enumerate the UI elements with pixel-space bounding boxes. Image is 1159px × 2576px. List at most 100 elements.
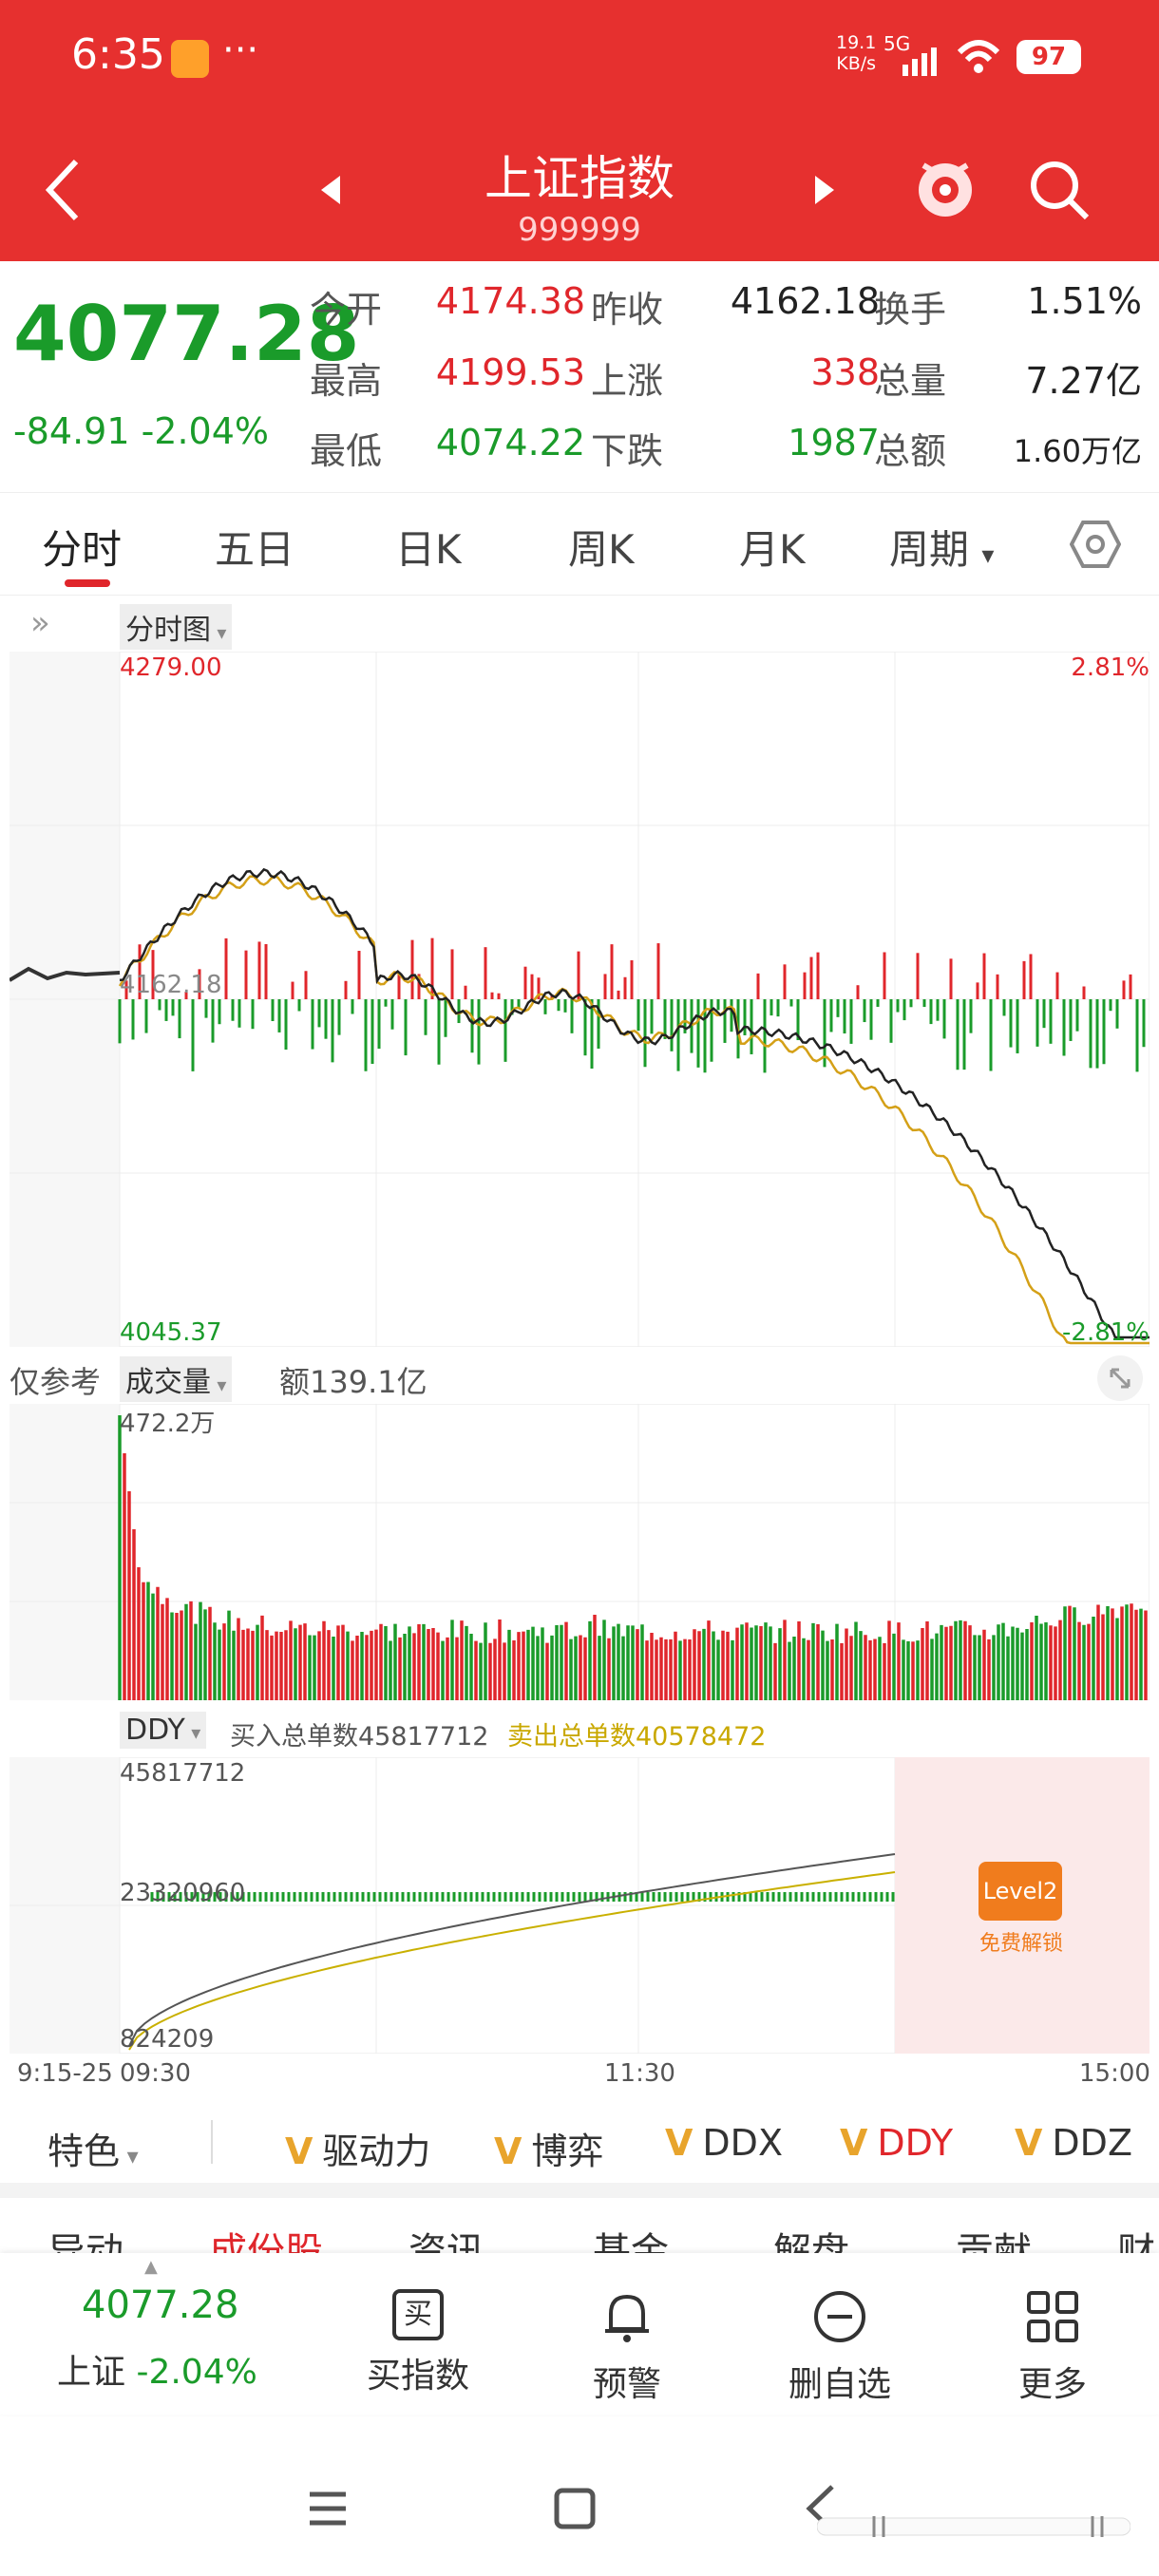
tab-anomaly[interactable]: 异动 [48, 2221, 124, 2253]
volume-chart-svg [9, 1403, 1150, 1701]
level2-unlock-label[interactable]: 免费解锁 [969, 1926, 1074, 1957]
value-low: 4074.22 [435, 422, 585, 464]
ddy-axis-top: 45817712 [120, 1759, 246, 1788]
time-pre: 9:15-25 [17, 2059, 113, 2088]
battery-indicator: 97 [1016, 40, 1081, 74]
nav-index-price[interactable]: 4077.28 [82, 2283, 238, 2327]
ddy-buy-count: 买入总单数45817712 [230, 1722, 489, 1752]
value-up-count: 338 [810, 351, 880, 393]
tab-weekly-k[interactable]: 周K [568, 518, 635, 576]
time-open: 09:30 [120, 2059, 191, 2088]
divider [0, 492, 1159, 493]
prev-close-label: 4162.18 [120, 971, 222, 999]
quote-row: 最低 4074.22 下跌 1987 总额 1.60万亿 [310, 422, 1146, 479]
net-speed: 19.1 KB/s [836, 32, 877, 74]
tab-period[interactable]: 周期 ▾ [889, 518, 994, 576]
indicator-ddx[interactable]: V DDX [665, 2122, 783, 2164]
volume-max: 472.2万 [120, 1410, 216, 1438]
tab-news[interactable]: 资讯 [408, 2221, 484, 2253]
tab-analysis[interactable]: 解盘 [773, 2221, 849, 2253]
settings-hex-icon[interactable] [1070, 519, 1121, 570]
value-prev-close: 4162.18 [730, 280, 880, 322]
system-menu-icon[interactable] [306, 2489, 350, 2529]
search-icon[interactable] [1026, 157, 1092, 223]
divider [211, 2120, 213, 2164]
price-change: -84.91 -2.04% [13, 410, 270, 452]
mascot-icon[interactable] [914, 152, 977, 222]
alert-button[interactable]: 预警 [560, 2289, 694, 2406]
ddy-axis-bottom: 824209 [120, 2025, 215, 2054]
indicator-ddz[interactable]: V DDZ [1015, 2122, 1132, 2164]
fullscreen-icon[interactable] [1096, 1354, 1144, 1402]
buy-icon: 买 [392, 2289, 444, 2340]
remove-watchlist-label: 删自选 [788, 2365, 891, 2404]
pct-axis-top: 2.81% [1071, 653, 1150, 682]
chart-type-dropdown[interactable]: 分时图 ▾ [120, 604, 233, 650]
value-down-count: 1987 [788, 422, 880, 464]
ddy-sell-count: 卖出总单数40578472 [507, 1722, 767, 1752]
value-open: 4174.38 [435, 280, 585, 322]
tab-daily-k[interactable]: 日K [395, 518, 462, 576]
tab-intraday[interactable]: 分时 [42, 518, 122, 576]
label-down-count: 下跌 [591, 430, 664, 472]
label-low: 最低 [310, 430, 383, 472]
tab-monthly-k[interactable]: 月K [739, 518, 806, 576]
label-amount: 总额 [874, 430, 947, 472]
buy-index-label: 买指数 [366, 2357, 469, 2396]
floating-handle-icon[interactable] [817, 2512, 1130, 2541]
remove-watchlist-button[interactable]: 删自选 [773, 2289, 906, 2406]
notification-app-icon [171, 40, 209, 78]
tab-funds[interactable]: 基金 [593, 2221, 669, 2253]
label-volume: 总量 [874, 360, 947, 402]
status-more-dots: ··· [222, 28, 259, 72]
more-button[interactable]: 更多 [986, 2289, 1119, 2406]
wifi-icon [957, 40, 1000, 73]
current-price: 4077.28 [13, 290, 360, 378]
price-axis-top: 4279.00 [120, 653, 222, 682]
tab-five-day[interactable]: 五日 [215, 518, 294, 576]
pre-market-area [10, 1404, 120, 1700]
indicator-ddy[interactable]: V DDY [840, 2122, 953, 2164]
section-gap [0, 2183, 1159, 2198]
tab-constituents[interactable]: 成份股 [209, 2221, 323, 2253]
time-mid: 11:30 [604, 2059, 675, 2088]
nav-index-info[interactable]: 上证 -2.04% [57, 2344, 257, 2394]
quote-row: 今开 4174.38 昨收 4162.18 换手 1.51% [310, 280, 1146, 337]
value-turnover: 1.51% [1027, 280, 1142, 322]
stock-code: 999999 [518, 211, 641, 249]
price-axis-bottom: 4045.37 [120, 1318, 222, 1347]
turnover-amount: 额139.1亿 [279, 1364, 428, 1400]
ddy-axis-mid: 23320960 [120, 1879, 246, 1907]
label-high: 最高 [310, 360, 383, 402]
ddy-dropdown[interactable]: DDY ▾ [120, 1712, 207, 1749]
buy-index-button[interactable]: 买 买指数 [352, 2289, 484, 2397]
value-volume: 7.27亿 [1025, 360, 1142, 402]
signal-icon [902, 47, 937, 76]
page-title: 上证指数 [484, 151, 674, 206]
minus-circle-icon [814, 2291, 865, 2342]
time-close: 15:00 [1079, 2059, 1150, 2088]
tab-finance[interactable]: 财 [1117, 2221, 1155, 2253]
reference-label: 仅参考 [10, 1364, 102, 1400]
label-turnover: 换手 [874, 289, 947, 331]
intraday-chart[interactable]: 4279.00 2.81% 4162.18 4045.37 -2.81% [8, 651, 1150, 1348]
grid-icon [1027, 2291, 1078, 2342]
system-home-icon[interactable] [553, 2487, 597, 2530]
collapse-up-icon[interactable]: ▲ [144, 2257, 158, 2277]
bell-icon [605, 2294, 649, 2342]
next-stock-icon[interactable] [815, 176, 836, 204]
volume-chart: 472.2万 [9, 1403, 1150, 1701]
indicator-drive[interactable]: V 驱动力 [285, 2122, 430, 2174]
alert-label: 预警 [592, 2365, 661, 2404]
feature-dropdown[interactable]: 特色 ▾ [48, 2122, 139, 2174]
quote-row: 最高 4199.53 上涨 338 总量 7.27亿 [310, 351, 1146, 408]
value-high: 4199.53 [435, 351, 585, 393]
level2-badge[interactable]: Level2 [978, 1862, 1062, 1921]
section-tabs: 异动 成份股 资讯 基金 解盘 贡献 财 [0, 2202, 1159, 2253]
indicator-game[interactable]: V 博弈 [494, 2122, 603, 2174]
tab-contribution[interactable]: 贡献 [956, 2221, 1032, 2253]
volume-dropdown[interactable]: 成交量 ▾ [120, 1356, 233, 1402]
intraday-chart-svg [8, 651, 1150, 1348]
expand-left-icon[interactable]: » [30, 604, 50, 642]
label-prev-close: 昨收 [591, 289, 664, 331]
